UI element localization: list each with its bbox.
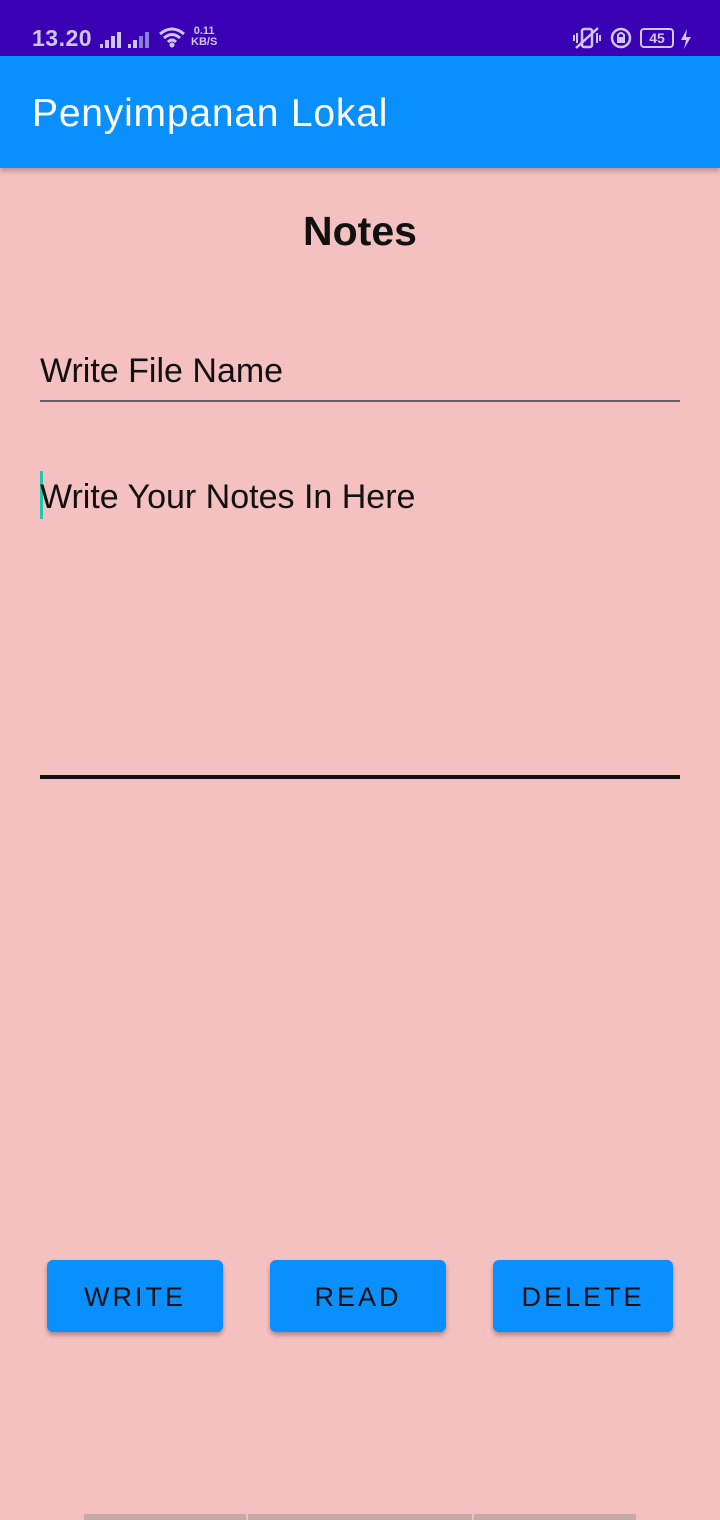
signal-icon-sim1 — [100, 32, 121, 48]
write-button[interactable]: WRITE — [47, 1260, 223, 1332]
network-speed-unit: KB/S — [191, 36, 218, 48]
app-title: Penyimpanan Lokal — [32, 92, 389, 135]
rotation-lock-icon — [610, 27, 632, 49]
file-name-input[interactable]: Write File Name — [40, 344, 680, 402]
charging-icon — [681, 29, 691, 49]
file-name-placeholder: Write File Name — [40, 352, 284, 390]
app-bar: Penyimpanan Lokal — [0, 56, 720, 168]
status-time: 13.20 — [32, 25, 93, 51]
screen: 13.20 0.11 KB/S 45 Penyimpanan Lokal Not… — [0, 0, 720, 1520]
nav-bar-segment-center — [248, 1514, 472, 1520]
notes-placeholder: Write Your Notes In Here — [40, 478, 416, 516]
status-bar: 13.20 0.11 KB/S 45 — [0, 0, 720, 56]
vibrate-mute-icon — [573, 27, 601, 49]
wifi-icon — [159, 27, 185, 48]
nav-bar-segment-right — [474, 1514, 636, 1520]
battery-icon: 45 — [640, 28, 674, 48]
nav-bar-segment-left — [84, 1514, 246, 1520]
signal-icon-sim2 — [128, 32, 149, 48]
delete-button[interactable]: DELETE — [493, 1260, 673, 1332]
network-speed: 0.11 KB/S — [191, 26, 217, 48]
read-button[interactable]: READ — [270, 1260, 446, 1332]
page-title: Notes — [303, 208, 417, 254]
notes-textarea[interactable]: Write Your Notes In Here — [40, 466, 680, 779]
